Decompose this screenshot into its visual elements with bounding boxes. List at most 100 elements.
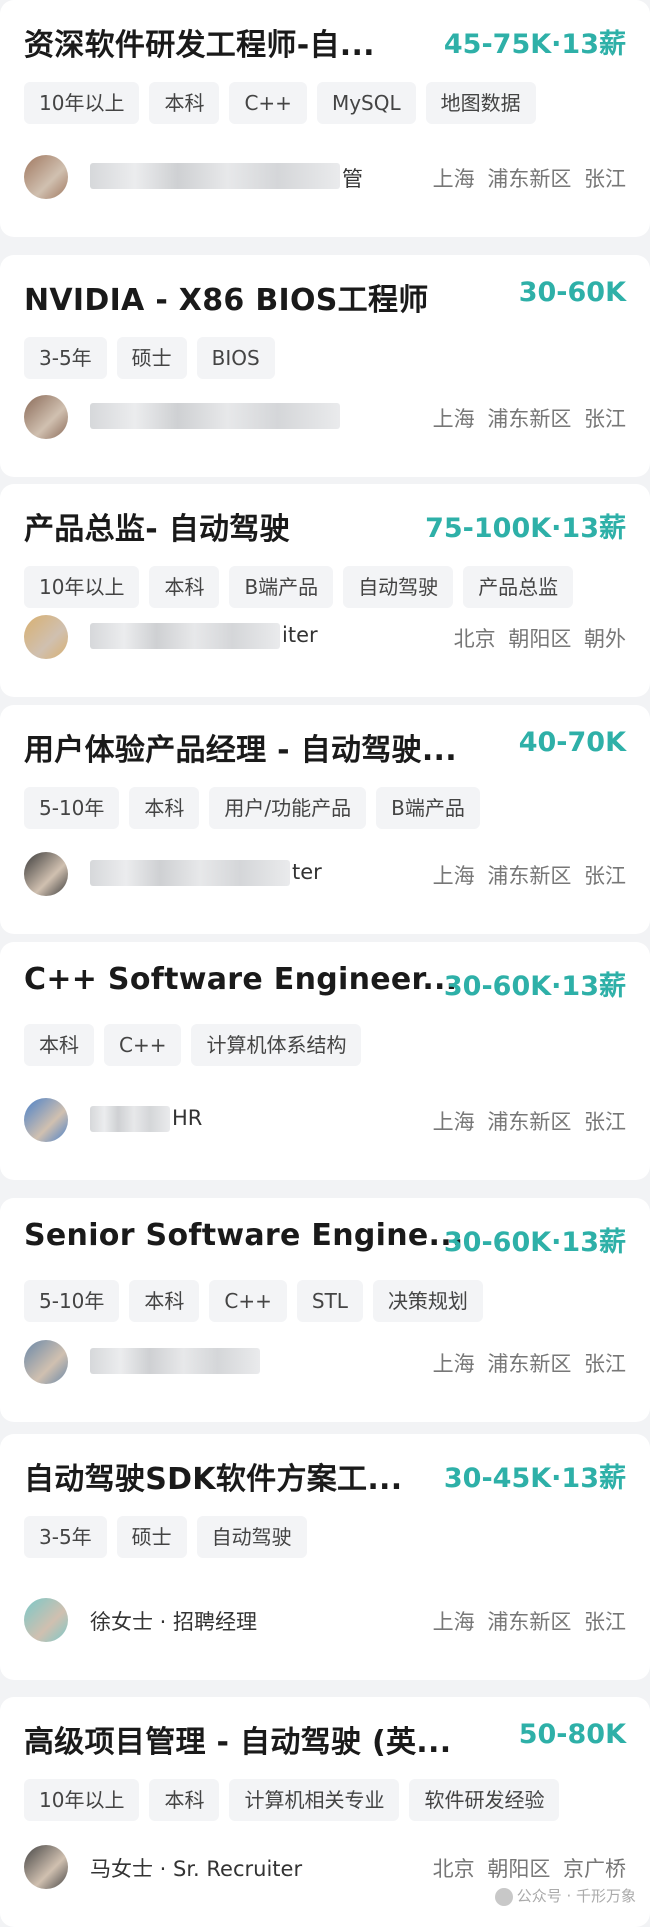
job-tag: 硕士 [116,1516,187,1558]
job-title: Senior Software Engine... [24,1218,464,1253]
job-tag: 本科 [149,566,220,608]
job-tag: 本科 [24,1024,94,1066]
watermark: 公众号 · 千形万象 [494,1885,636,1906]
job-salary: 30-60K·13薪 [443,971,626,1002]
job-tag: 软件研发经验 [409,1779,560,1821]
recruiter-row: 管 上海 浦东新区 张江 [24,155,626,199]
recruiter-avatar[interactable] [24,1845,68,1889]
job-location: 上海 浦东新区 张江 [432,407,626,431]
recruiter-row: 上海 浦东新区 张江 [24,395,626,439]
job-tag: C++ [104,1024,182,1066]
recruiter-name-redacted [90,623,280,649]
job-tag: 本科 [129,787,200,829]
job-card[interactable]: NVIDIA - X86 BIOS工程师 30-60K 3-5年 硕士 BIOS 上海 浦… [0,255,650,477]
job-location: 上海 浦东新区 张江 [432,864,626,888]
job-tag: B端产品 [229,566,334,608]
recruiter-name-tail: 管 [342,167,363,191]
recruiter-name: 马女士 · Sr. Recruiter [90,1857,303,1881]
job-tag: 产品总监 [463,566,574,608]
recruiter-name-tail: iter [282,623,318,647]
job-salary: 30-60K [518,277,626,308]
recruiter-avatar[interactable] [24,852,68,896]
recruiter-row: ter 上海 浦东新区 张江 [24,852,626,896]
job-tag: 3-5年 [24,1516,107,1558]
job-tags: 10年以上 本科 B端产品 自动驾驶 产品总监 [24,566,574,608]
job-tag: 10年以上 [24,566,140,608]
job-tag: C++ [209,1280,287,1322]
job-tags: 5-10年 本科 C++ STL 决策规划 [24,1280,483,1322]
job-location: 北京 朝阳区 朝外 [453,627,626,651]
recruiter-row: 马女士 · Sr. Recruiter 北京 朝阳区 京广桥 [24,1845,626,1889]
job-tags: 3-5年 硕士 BIOS [24,337,275,379]
job-salary: 75-100K·13薪 [425,513,626,544]
job-tag: BIOS [196,337,275,379]
job-tag: 5-10年 [24,1280,120,1322]
job-salary: 30-45K·13薪 [443,1463,626,1494]
recruiter-avatar[interactable] [24,1598,68,1642]
job-salary: 40-70K [518,727,626,758]
wechat-icon [494,1887,513,1906]
recruiter-avatar[interactable] [24,155,68,199]
job-tag: 硕士 [116,337,187,379]
job-tags: 10年以上 本科 C++ MySQL 地图数据 [24,82,536,124]
job-tags: 本科 C++ 计算机体系结构 [24,1024,362,1066]
job-tag: 地图数据 [425,82,536,124]
job-title: NVIDIA - X86 BIOS工程师 [24,283,429,318]
job-tags: 5-10年 本科 用户/功能产品 B端产品 [24,787,480,829]
job-title: 产品总监- 自动驾驶 [24,512,290,547]
job-tag: 自动驾驶 [343,566,454,608]
job-tag: STL [296,1280,363,1322]
recruiter-name-redacted [90,163,340,189]
recruiter-row: iter 北京 朝阳区 朝外 [24,615,626,659]
job-tag: 决策规划 [372,1280,483,1322]
recruiter-name-tail: HR [172,1106,203,1130]
job-tag: 计算机相关专业 [229,1779,400,1821]
job-tag: 3-5年 [24,337,107,379]
job-tag: 5-10年 [24,787,120,829]
recruiter-avatar[interactable] [24,615,68,659]
job-title: C++ Software Engineer... [24,962,458,997]
job-location: 上海 浦东新区 张江 [432,1352,626,1376]
job-tag: 本科 [149,1779,220,1821]
job-card[interactable]: 产品总监- 自动驾驶 75-100K·13薪 10年以上 本科 B端产品 自动驾驶 产品总监… [0,484,650,697]
job-location: 上海 浦东新区 张江 [432,167,626,191]
job-tag: 10年以上 [24,1779,140,1821]
job-tags: 10年以上 本科 计算机相关专业 软件研发经验 [24,1779,560,1821]
job-tag: MySQL [316,82,416,124]
recruiter-name: 徐女士 · 招聘经理 [90,1610,258,1634]
job-tag: 本科 [149,82,220,124]
recruiter-name-redacted [90,1348,260,1374]
recruiter-avatar[interactable] [24,1340,68,1384]
recruiter-avatar[interactable] [24,395,68,439]
job-card[interactable]: C++ Software Engineer... 30-60K·13薪本科 C++ 计… [0,942,650,1180]
recruiter-row: HR 上海 浦东新区 张江 [24,1098,626,1142]
job-tag: 用户/功能产品 [209,787,367,829]
job-card[interactable]: 用户体验产品经理 - 自动驾驶... 40-70K 5-10年 本科 用户/功能产品 B端… [0,705,650,934]
job-salary: 45-75K·13薪 [443,29,626,60]
job-tag: 10年以上 [24,82,140,124]
recruiter-name-redacted [90,403,340,429]
job-title: 资深软件研发工程师-自... [24,28,375,63]
recruiter-name-redacted [90,1106,170,1132]
job-salary: 30-60K·13薪 [443,1227,626,1258]
job-tag: 自动驾驶 [196,1516,307,1558]
job-title: 用户体验产品经理 - 自动驾驶... [24,733,457,768]
job-card[interactable]: Senior Software Engine... 30-60K·13薪 5-10年… [0,1198,650,1422]
job-tags: 3-5年 硕士 自动驾驶 [24,1516,307,1558]
job-tag: C++ [229,82,307,124]
recruiter-name-tail: ter [292,860,322,884]
recruiter-row: 上海 浦东新区 张江 [24,1340,626,1384]
job-tag: 本科 [129,1280,200,1322]
job-location: 北京 朝阳区 京广桥 [432,1857,626,1881]
job-card[interactable]: 自动驾驶SDK软件方案工... 30-45K·13薪 3-5年 硕士 自动驾驶徐女士 ·… [0,1434,650,1680]
job-card[interactable]: 资深软件研发工程师-自... 45-75K·13薪 10年以上 本科 C++ MySQL 地… [0,0,650,237]
job-location: 上海 浦东新区 张江 [432,1110,626,1134]
recruiter-row: 徐女士 · 招聘经理 上海 浦东新区 张江 [24,1598,626,1642]
job-salary: 50-80K [518,1719,626,1750]
recruiter-name-redacted [90,860,290,886]
recruiter-avatar[interactable] [24,1098,68,1142]
job-tag: B端产品 [376,787,480,829]
job-title: 高级项目管理 - 自动驾驶 (英... [24,1725,452,1760]
job-title: 自动驾驶SDK软件方案工... [24,1462,403,1497]
job-location: 上海 浦东新区 张江 [432,1610,626,1634]
